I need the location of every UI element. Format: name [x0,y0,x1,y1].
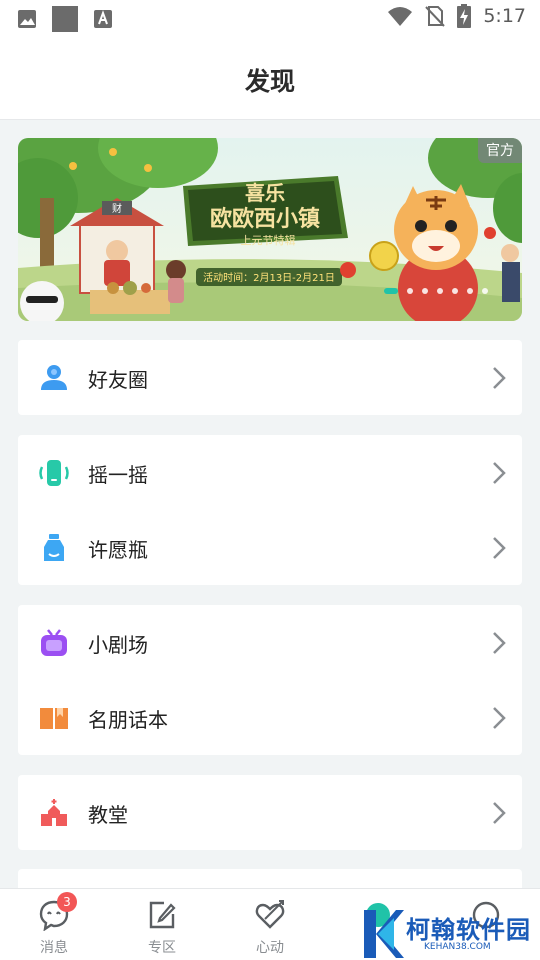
edit-icon [149,901,176,929]
image-icon [18,10,36,28]
official-badge: 官方 [478,138,522,163]
menu-label: 小剧场 [88,633,148,657]
tab-heart[interactable]: 心动 [216,889,324,960]
menu-item-moments[interactable]: 好友圈 [18,340,522,415]
banner-subheadline: 上元节特辑 [241,233,296,247]
carousel-dot [482,288,488,294]
chevron-right-icon [493,632,506,654]
menu-item-wish-bottle[interactable]: 许愿瓶 [18,510,522,585]
menu-label: 许愿瓶 [88,538,148,562]
menu-item-scripts[interactable]: 名朋话本 [18,680,522,755]
menu-item-theater[interactable]: 小剧场 [18,605,522,680]
chevron-right-icon [493,367,506,389]
watermark-logo [364,910,404,958]
tv-icon [41,629,67,656]
menu-item-shake[interactable]: 摇一摇 [18,435,522,510]
carousel-dot [422,288,428,294]
status-bar: 5:17 [0,0,540,38]
chevron-right-icon [493,707,506,729]
status-notifications [16,6,114,32]
chevron-right-icon [493,537,506,559]
app-icon [52,6,78,32]
chevron-right-icon [493,802,506,824]
menu-card-places: 教堂 [18,775,522,850]
tab-label: 心动 [256,940,284,956]
book-icon [40,708,68,729]
carousel-indicator [384,288,488,294]
watermark-text: 柯翰软件园 [406,916,531,944]
church-icon [41,799,67,826]
friends-icon [41,365,67,390]
menu-label: 好友圈 [88,368,148,392]
page-header: 发现 [0,38,540,120]
banner-headline-1: 喜乐 [245,181,285,205]
carousel-dot [452,288,458,294]
carousel-dot-active [384,288,398,294]
tab-label: 专区 [148,940,176,956]
text-icon [94,10,112,28]
tab-zone[interactable]: 专区 [108,889,216,960]
page-title: 发现 [244,67,295,96]
status-indicators: 5:17 [387,4,526,28]
watermark-url: KEHAN38.COM [424,942,491,952]
banner-headline-2: 欧欧西小镇 [210,206,320,232]
shake-phone-icon [39,460,69,486]
carousel-dot [407,288,413,294]
banner-dates: 活动时间：2月13日-2月21日 [203,271,335,284]
no-sim-icon [425,6,446,27]
menu-card-content: 小剧场 名朋话本 [18,605,522,755]
unread-badge: 3 [57,892,77,912]
wifi-icon [388,7,413,26]
menu-item-church[interactable]: 教堂 [18,775,522,850]
menu-label: 摇一摇 [88,463,148,487]
event-banner[interactable]: 财 喜乐 欧欧西小镇 上元节特辑 活动时间：2月13日-2月21日 官方 [18,138,522,321]
bottle-icon [44,534,64,561]
tab-label: 消息 [40,940,68,956]
heart-arrow-icon [255,900,285,929]
carousel-dot [467,288,473,294]
clock: 5:17 [483,5,526,27]
battery-charging-icon [457,4,472,28]
carousel-dot [437,288,443,294]
chevron-right-icon [493,462,506,484]
tab-messages[interactable]: 3 消息 [0,889,108,960]
shrine-sign: 财 [112,202,122,215]
menu-label: 名朋话本 [88,708,168,732]
menu-card-social: 好友圈 [18,340,522,415]
menu-card-fun: 摇一摇 许愿瓶 [18,435,522,585]
menu-label: 教堂 [88,803,128,827]
watermark: 柯翰软件园 KEHAN38.COM [360,908,540,960]
